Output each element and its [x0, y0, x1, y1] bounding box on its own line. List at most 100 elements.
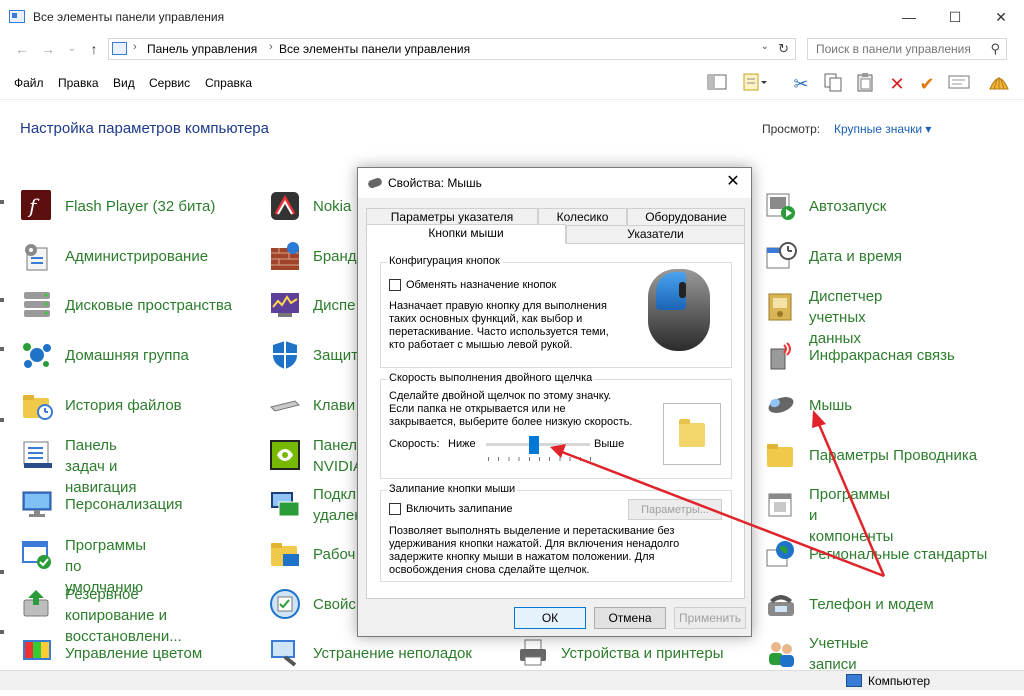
cp-item-label: Параметры Проводника: [809, 447, 978, 464]
delete-icon[interactable]: ✕: [885, 72, 909, 96]
pane-icon[interactable]: [705, 72, 729, 96]
control-panel-crumb-icon: [112, 42, 127, 55]
cancel-button[interactable]: Отмена: [594, 607, 666, 629]
swap-buttons-checkbox[interactable]: [389, 279, 401, 291]
title-bar: Все элементы панели управления — ☐ ✕: [0, 0, 1024, 34]
apply-button[interactable]: Применить: [674, 607, 746, 629]
group-title: Конфигурация кнопок: [387, 255, 502, 267]
address-dropdown-icon[interactable]: ⌄: [761, 41, 769, 52]
default-programs-icon: [21, 539, 53, 571]
speed-slider-thumb[interactable]: [529, 436, 539, 454]
menu-view[interactable]: Вид: [113, 76, 135, 90]
cp-item-label: Мышь: [809, 397, 853, 414]
homegroup-icon: [21, 339, 53, 371]
file-history-icon: [21, 389, 53, 421]
region-icon: [765, 538, 797, 570]
search-box[interactable]: ⚲: [807, 38, 1007, 60]
menu-file[interactable]: Файл: [14, 76, 44, 90]
cp-item-label: Устранение неполадок: [313, 645, 472, 662]
tab-pointers[interactable]: Указатели: [566, 225, 745, 244]
cp-item-label: Дата и время: [809, 248, 903, 265]
device-manager-icon: [269, 289, 301, 321]
cp-item-label: Рабоч: [313, 546, 356, 563]
breadcrumb-control-panel[interactable]: Панель управления: [147, 42, 257, 56]
infrared-icon: [765, 339, 797, 371]
cp-item-label: Дисковые пространства: [65, 297, 233, 314]
cp-item-label: Домашняя группа: [65, 347, 189, 364]
paste-icon[interactable]: [853, 72, 877, 96]
refresh-icon[interactable]: ↻: [778, 41, 789, 57]
close-button[interactable]: ✕: [978, 0, 1024, 34]
clicklock-description-line: задержите кнопку мыши в нажатом положени…: [389, 551, 655, 563]
back-button[interactable]: ←: [12, 40, 32, 58]
dialog-close-button[interactable]: ✕: [721, 171, 745, 193]
cp-item-label: Диспе: [313, 297, 356, 314]
edge-mark: [0, 570, 4, 574]
search-input[interactable]: [816, 42, 981, 56]
recent-dropdown-icon[interactable]: ⌄: [62, 40, 82, 58]
edge-mark: [0, 418, 4, 422]
window-title: Все элементы панели управления: [33, 10, 225, 24]
forward-button[interactable]: →: [38, 40, 58, 58]
cp-item-label: Инфракрасная связь: [809, 347, 955, 364]
view-mode-dropdown[interactable]: Крупные значки ▾: [834, 122, 931, 136]
swap-description-line: перетаскивание. Часто используется теми,: [389, 326, 609, 338]
cp-item-label: Панель задач и навигация: [65, 437, 137, 496]
address-bar: ← → ⌄ ↑ › Панель управления › Все элемен…: [0, 34, 1024, 64]
page-title: Настройка параметров компьютера: [20, 120, 269, 137]
minimize-button[interactable]: —: [886, 0, 932, 34]
cp-item-label: Резервное копирование и восстановлени...: [65, 586, 182, 645]
status-bar: Компьютер: [0, 670, 1024, 690]
cp-item-label: Подкл удален: [313, 486, 363, 524]
maximize-button[interactable]: ☐: [932, 0, 978, 34]
nokia-icon: [269, 190, 301, 222]
swap-buttons-label[interactable]: Обменять назначение кнопок: [406, 279, 556, 292]
group-title: Залипание кнопки мыши: [387, 483, 518, 495]
cp-item-label: Автозапуск: [809, 198, 887, 215]
printer-icon: [517, 637, 549, 669]
clicklock-description-line: Позволяет выполнять выделение и перетаск…: [389, 525, 675, 537]
folder-icon[interactable]: [679, 419, 705, 447]
clicklock-description-line: освобождения снова сделайте щелчок.: [389, 564, 590, 576]
cp-item-label: История файлов: [65, 397, 182, 414]
shell-icon[interactable]: [987, 72, 1011, 96]
swap-description-line: таких основных функций, как выбор и: [389, 313, 583, 325]
tab-buttons[interactable]: Кнопки мыши: [366, 224, 566, 244]
cp-item-label: Панел NVIDIA: [313, 437, 364, 475]
copy-icon[interactable]: [821, 72, 845, 96]
cp-item-label: Диспетчер учетных данных: [809, 288, 883, 347]
address-box[interactable]: › Панель управления › Все элементы панел…: [108, 38, 796, 60]
check-icon[interactable]: ✔: [915, 72, 939, 96]
up-button[interactable]: ↑: [84, 40, 104, 58]
mouse-properties-dialog: Свойства: Мышь ✕ Параметры указателя Кол…: [357, 167, 752, 637]
mouse-icon: [765, 389, 797, 421]
clicklock-description-line: удерживания кнопки нажатой. Для включени…: [389, 538, 680, 550]
swap-description-line: Назначает правую кнопку для выполнения: [389, 300, 607, 312]
cp-item-label: Администрирование: [65, 248, 209, 265]
breadcrumb-separator: ›: [269, 41, 273, 53]
menu-bar: Файл Правка Вид Сервис Справка ✂ ✕ ✔: [0, 66, 1024, 100]
dblclick-description-line: закрывается, выберите более низкую скоро…: [389, 416, 633, 428]
breadcrumb-all-items[interactable]: Все элементы панели управления: [279, 42, 470, 56]
click-lock-label[interactable]: Включить залипание: [406, 503, 513, 516]
mouse-wheel: [679, 282, 686, 298]
ok-button[interactable]: ОК: [514, 607, 586, 629]
firewall-icon: [269, 240, 301, 272]
work-folders-icon: [269, 538, 301, 570]
status-label: Компьютер: [868, 674, 931, 688]
troubleshoot-icon: [269, 637, 301, 669]
phone-modem-icon: [765, 588, 797, 620]
menu-edit[interactable]: Правка: [58, 76, 99, 90]
personalization-icon: [21, 488, 53, 520]
click-lock-checkbox[interactable]: [389, 503, 401, 515]
cp-item-label: Персонализация: [65, 496, 183, 513]
edge-mark: [0, 200, 4, 204]
properties-icon[interactable]: [742, 72, 767, 96]
search-icon[interactable]: ⚲: [990, 41, 1000, 57]
mail-icon[interactable]: [947, 72, 971, 96]
menu-help[interactable]: Справка: [205, 76, 252, 90]
view-label: Просмотр:: [762, 122, 821, 136]
cut-icon[interactable]: ✂: [789, 72, 813, 96]
menu-tools[interactable]: Сервис: [149, 76, 190, 90]
click-lock-settings-button[interactable]: Параметры...: [628, 499, 722, 520]
